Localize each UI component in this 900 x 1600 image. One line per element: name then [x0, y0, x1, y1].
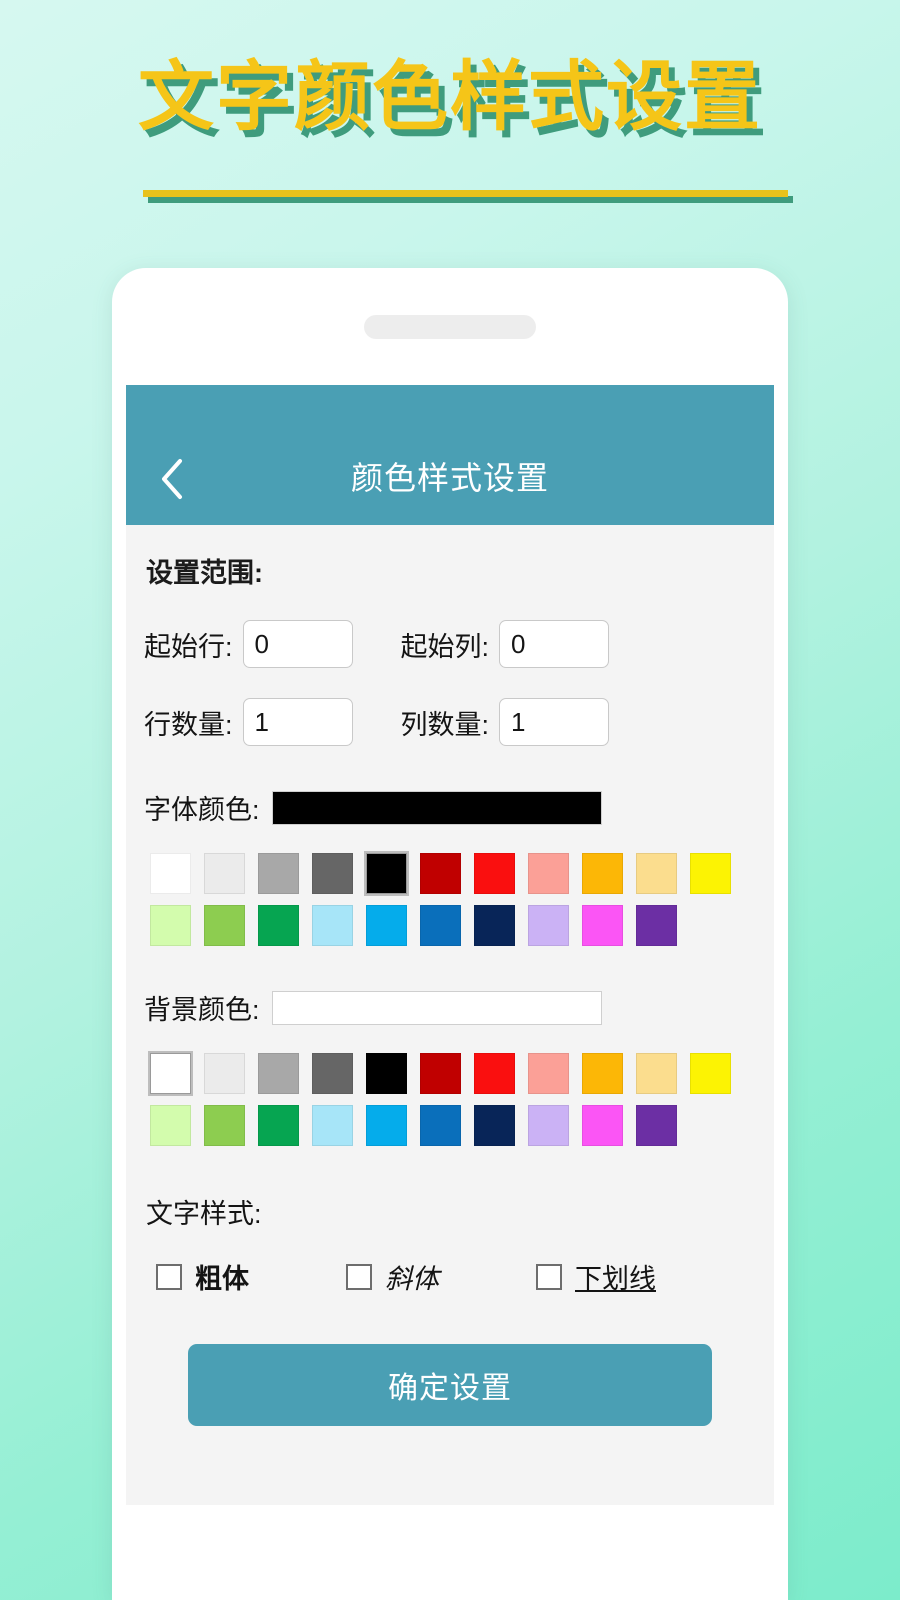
checkbox-underline[interactable] [536, 1263, 562, 1290]
color-swatch[interactable] [690, 1053, 731, 1094]
color-swatch[interactable] [420, 1053, 461, 1094]
color-swatch[interactable] [258, 1105, 299, 1146]
font-color-row: 字体颜色: [144, 788, 756, 827]
field-group-col-count: 列数量: 1 [401, 698, 610, 746]
row-count-input[interactable]: 1 [242, 698, 353, 746]
color-swatch[interactable] [366, 853, 407, 894]
color-swatch[interactable] [150, 1053, 191, 1094]
color-swatch[interactable] [636, 1105, 677, 1146]
app-bar-title: 颜色样式设置 [350, 460, 549, 496]
font-color-palette [144, 853, 756, 946]
color-swatch[interactable] [582, 1105, 623, 1146]
color-swatch[interactable] [150, 905, 191, 946]
color-swatch[interactable] [636, 1053, 677, 1094]
color-swatch[interactable] [474, 1105, 515, 1146]
checkbox-label-italic: 斜体 [385, 1264, 439, 1294]
color-swatch[interactable] [258, 1053, 299, 1094]
color-swatch[interactable] [312, 1053, 353, 1094]
color-swatch[interactable] [258, 905, 299, 946]
color-swatch[interactable] [150, 1105, 191, 1146]
color-swatch[interactable] [312, 1105, 353, 1146]
background-color-palette-row-2 [150, 1105, 756, 1146]
color-swatch[interactable] [366, 905, 407, 946]
color-swatch[interactable] [204, 905, 245, 946]
color-swatch[interactable] [420, 1105, 461, 1146]
color-swatch[interactable] [636, 853, 677, 894]
color-swatch[interactable] [420, 853, 461, 894]
app-screen: 颜色样式设置 设置范围: 起始行: 0 起始列: 0 行数量: 1 列数量: 1… [126, 385, 774, 1505]
color-swatch[interactable] [528, 853, 569, 894]
range-row-start: 起始行: 0 起始列: 0 [144, 620, 756, 668]
background-color-palette-row-1 [150, 1053, 756, 1094]
start-row-label: 起始行: [144, 631, 233, 662]
color-swatch[interactable] [204, 853, 245, 894]
confirm-settings-button[interactable]: 确定设置 [188, 1344, 712, 1426]
color-swatch[interactable] [474, 853, 515, 894]
color-swatch[interactable] [366, 1105, 407, 1146]
color-swatch[interactable] [528, 1053, 569, 1094]
range-row-count: 行数量: 1 列数量: 1 [144, 698, 756, 746]
col-count-input[interactable]: 1 [499, 698, 610, 746]
font-color-palette-row-1 [150, 853, 756, 894]
checkbox-label-underline: 下划线 [575, 1264, 656, 1294]
color-swatch[interactable] [690, 853, 731, 894]
color-swatch[interactable] [582, 905, 623, 946]
checkbox-item-bold[interactable]: 粗体 [156, 1257, 346, 1296]
text-style-heading: 文字样式: [146, 1199, 262, 1229]
color-swatch[interactable] [636, 905, 677, 946]
col-count-label: 列数量: [400, 709, 490, 740]
start-col-input[interactable]: 0 [499, 620, 610, 668]
color-swatch[interactable] [150, 853, 191, 894]
color-swatch[interactable] [528, 1105, 569, 1146]
page-title: 文字颜色样式设置 [138, 55, 762, 140]
app-bar: 颜色样式设置 [126, 385, 774, 525]
title-underline-rule [143, 190, 788, 197]
field-group-start-col: 起始列: 0 [401, 620, 610, 668]
color-swatch[interactable] [582, 853, 623, 894]
phone-speaker [364, 315, 536, 339]
background-color-row: 背景颜色: [144, 988, 756, 1027]
field-group-row-count: 行数量: 1 [144, 698, 353, 746]
checkbox-label-bold: 粗体 [195, 1264, 249, 1294]
row-count-label: 行数量: [144, 709, 233, 740]
color-swatch[interactable] [474, 905, 515, 946]
color-swatch[interactable] [204, 1105, 245, 1146]
screen-content: 设置范围: 起始行: 0 起始列: 0 行数量: 1 列数量: 1 字体颜色: … [126, 551, 774, 1426]
phone-mockup: 颜色样式设置 设置范围: 起始行: 0 起始列: 0 行数量: 1 列数量: 1… [112, 268, 788, 1600]
range-section-heading: 设置范围: [146, 558, 263, 588]
color-swatch[interactable] [528, 905, 569, 946]
font-color-palette-row-2 [150, 905, 756, 946]
color-swatch[interactable] [474, 1053, 515, 1094]
font-color-preview[interactable] [271, 790, 602, 825]
font-color-label: 字体颜色: [144, 795, 260, 825]
checkbox-item-italic[interactable]: 斜体 [346, 1257, 536, 1296]
text-style-options: 粗体 斜体 下划线 [144, 1257, 756, 1296]
start-col-label: 起始列: [400, 631, 490, 662]
color-swatch[interactable] [420, 905, 461, 946]
checkbox-bold[interactable] [156, 1263, 182, 1290]
color-swatch[interactable] [366, 1053, 407, 1094]
poster-header: 文字颜色样式设置 [0, 54, 900, 141]
color-swatch[interactable] [582, 1053, 623, 1094]
field-group-start-row: 起始行: 0 [144, 620, 353, 668]
checkbox-item-underline[interactable]: 下划线 [536, 1257, 726, 1296]
color-swatch[interactable] [204, 1053, 245, 1094]
start-row-input[interactable]: 0 [242, 620, 353, 668]
background-color-label: 背景颜色: [144, 995, 260, 1025]
background-color-palette [144, 1053, 756, 1146]
color-swatch[interactable] [312, 905, 353, 946]
color-swatch[interactable] [312, 853, 353, 894]
color-swatch[interactable] [258, 853, 299, 894]
background-color-preview[interactable] [271, 990, 602, 1025]
checkbox-italic[interactable] [346, 1263, 372, 1290]
